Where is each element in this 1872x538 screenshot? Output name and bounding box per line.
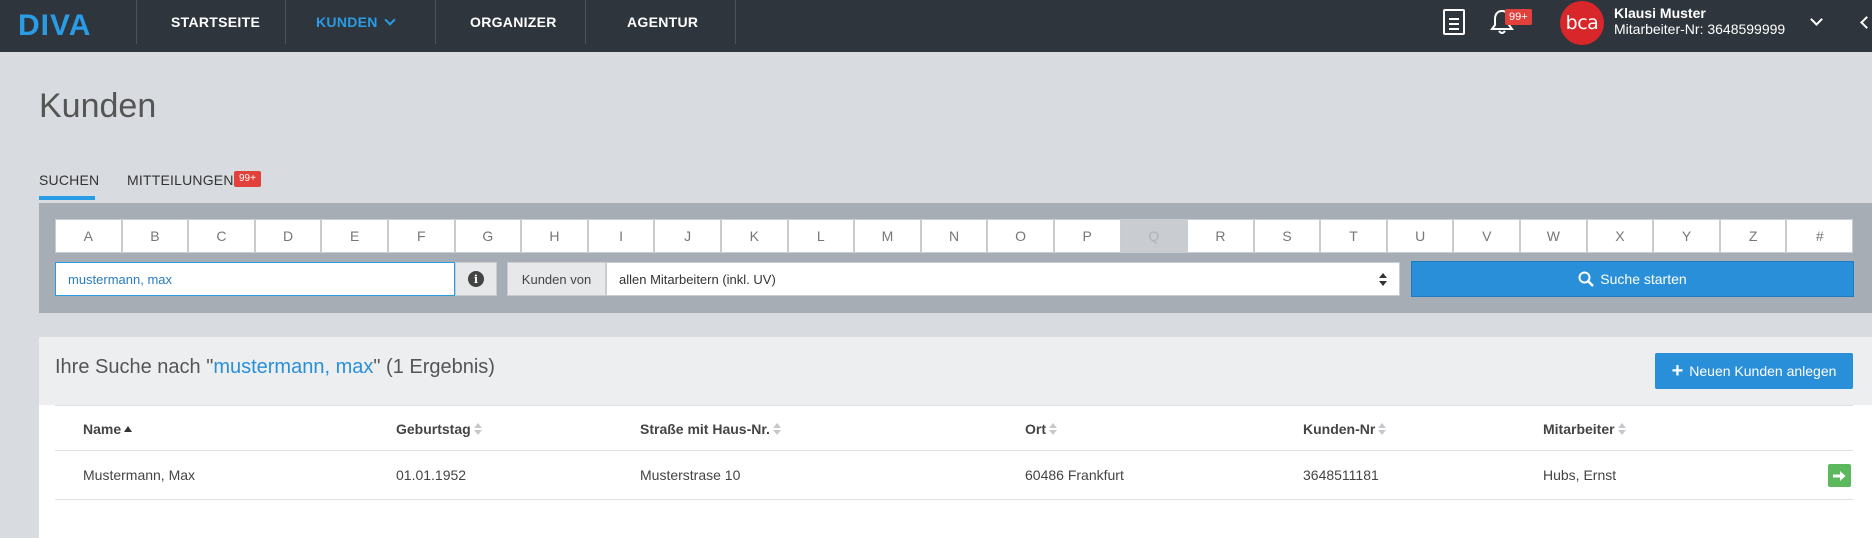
column-header-label: Straße mit Haus-Nr. xyxy=(640,421,770,437)
alphabet-filter-button[interactable]: C xyxy=(188,219,255,253)
cell-customer-no: 3648511181 xyxy=(1303,467,1379,483)
alphabet-filter-button[interactable]: Y xyxy=(1653,219,1720,253)
alphabet-filter-button[interactable]: K xyxy=(720,219,788,253)
search-submit-label: Suche starten xyxy=(1600,271,1687,287)
nav-divider xyxy=(585,0,586,44)
column-header-label: Name xyxy=(83,421,122,437)
alphabet-filter-button[interactable]: J xyxy=(654,219,721,253)
active-tab-indicator xyxy=(39,196,95,200)
alphabet-filter-button[interactable]: L xyxy=(787,219,855,253)
alphabet-filter-button[interactable]: M xyxy=(854,219,921,253)
column-header-label: Ort xyxy=(1025,421,1046,437)
results-title-prefix: Ihre Suche nach " xyxy=(55,356,214,378)
diva-logo[interactable]: DIVA xyxy=(18,8,91,44)
info-icon: i xyxy=(468,271,484,287)
results-title: Ihre Suche nach "mustermann, max" (1 Erg… xyxy=(55,356,495,379)
alphabet-filter-button[interactable]: # xyxy=(1786,219,1854,253)
alphabet-filter-button[interactable]: X xyxy=(1586,219,1654,253)
sort-icon xyxy=(473,423,482,435)
alphabet-filter-button[interactable]: S xyxy=(1253,219,1321,253)
nav-item-kunden-label: KUNDEN xyxy=(316,14,378,30)
tab-suchen[interactable]: SUCHEN xyxy=(39,172,99,188)
column-header-geburtstag[interactable]: Geburtstag xyxy=(396,421,482,437)
tab-mitteilungen[interactable]: MITTEILUNGEN xyxy=(127,172,234,188)
nav-divider xyxy=(735,0,736,44)
alphabet-filter-button[interactable]: N xyxy=(920,219,988,253)
cell-street: Musterstrase 10 xyxy=(640,467,741,483)
alphabet-filter-button[interactable]: D xyxy=(254,219,322,253)
cell-name: Mustermann, Max xyxy=(83,467,196,483)
alphabet-filter-button[interactable]: E xyxy=(321,219,388,253)
alphabet-filter-button[interactable]: A xyxy=(55,219,122,253)
nav-divider xyxy=(136,0,137,44)
user-employee-id: Mitarbeiter-Nr: 3648599999 xyxy=(1614,21,1786,37)
notification-badge: 99+ xyxy=(1505,9,1532,25)
alphabet-filter-button[interactable]: U xyxy=(1386,219,1454,253)
column-header-name[interactable]: Name xyxy=(83,421,133,437)
cell-city: 60486 Frankfurt xyxy=(1025,467,1124,483)
column-header-label: Mitarbeiter xyxy=(1543,421,1615,437)
alphabet-filter-button[interactable]: H xyxy=(521,219,588,253)
cell-birthday: 01.01.1952 xyxy=(396,467,467,483)
arrow-right-icon xyxy=(1833,470,1846,481)
nav-divider xyxy=(285,0,286,44)
page-title: Kunden xyxy=(39,87,157,125)
alphabet-filter-button[interactable]: W xyxy=(1520,219,1587,253)
sort-icon xyxy=(772,423,781,435)
tab-mitteilungen-badge: 99+ xyxy=(234,171,261,187)
scope-selected-value: allen Mitarbeitern (inkl. UV) xyxy=(619,271,776,287)
alphabet-filter-button[interactable]: G xyxy=(454,219,522,253)
sort-icon xyxy=(1049,423,1057,435)
table-top-divider xyxy=(55,405,1853,406)
user-menu-chevron-icon[interactable] xyxy=(1810,13,1823,26)
column-header-strasse[interactable]: Straße mit Haus-Nr. xyxy=(640,421,781,437)
alphabet-filter-button[interactable]: B xyxy=(121,219,189,253)
column-header-mitarbeiter[interactable]: Mitarbeiter xyxy=(1543,421,1626,437)
cell-employee: Hubs, Ernst xyxy=(1543,467,1617,483)
sort-ascending-icon xyxy=(124,426,133,432)
select-arrows-icon xyxy=(1379,273,1387,287)
new-customer-label: Neuen Kunden anlegen xyxy=(1689,363,1837,379)
plus-icon: + xyxy=(1671,360,1684,382)
column-header-label: Geburtstag xyxy=(396,421,471,437)
alphabet-filter-button[interactable]: T xyxy=(1320,219,1387,253)
alphabet-filter-button[interactable]: O xyxy=(987,219,1054,253)
search-input[interactable] xyxy=(55,262,455,296)
sort-icon xyxy=(1378,423,1387,435)
new-customer-button[interactable]: + Neuen Kunden anlegen xyxy=(1655,353,1853,389)
column-header-kunden-nr[interactable]: Kunden-Nr xyxy=(1303,421,1387,437)
column-header-ort[interactable]: Ort xyxy=(1025,421,1057,437)
alphabet-filter-button[interactable]: F xyxy=(387,219,455,253)
alphabet-filter-button[interactable]: Z xyxy=(1719,219,1787,253)
nav-divider xyxy=(435,0,436,44)
alphabet-filter-button[interactable]: P xyxy=(1053,219,1121,253)
nav-item-startseite[interactable]: STARTSEITE xyxy=(171,0,260,44)
top-navbar: DIVA STARTSEITE KUNDEN ORGANIZER AGENTUR… xyxy=(0,0,1872,52)
alphabet-filter-bar: A B C D E F G H I J K L M N O P Q R S T U V W X Y Z # xyxy=(55,219,1854,253)
nav-item-organizer[interactable]: ORGANIZER xyxy=(470,0,557,44)
nav-item-agentur[interactable]: AGENTUR xyxy=(627,0,698,44)
table-row-divider xyxy=(55,499,1853,500)
avatar[interactable]: bca xyxy=(1560,1,1604,45)
nav-item-kunden[interactable]: KUNDEN xyxy=(316,0,396,44)
search-info-button[interactable]: i xyxy=(455,262,497,296)
alphabet-filter-button[interactable]: R xyxy=(1187,219,1254,253)
search-icon xyxy=(1578,271,1595,287)
column-header-label: Kunden-Nr xyxy=(1303,421,1376,437)
chevron-down-icon xyxy=(384,14,396,26)
alphabet-filter-button: Q xyxy=(1120,219,1188,253)
search-submit-button[interactable]: Suche starten xyxy=(1411,261,1854,297)
open-customer-button[interactable] xyxy=(1828,464,1851,487)
alphabet-filter-button[interactable]: V xyxy=(1453,219,1521,253)
sort-icon xyxy=(1617,423,1626,435)
document-icon[interactable] xyxy=(1443,9,1465,35)
user-name: Klausi Muster xyxy=(1614,5,1706,21)
alphabet-filter-button[interactable]: I xyxy=(587,219,655,253)
scope-select[interactable]: allen Mitarbeitern (inkl. UV) xyxy=(606,262,1400,296)
scope-label: Kunden von xyxy=(507,262,606,296)
chevron-left-icon[interactable] xyxy=(1860,16,1872,29)
results-query: mustermann, max xyxy=(213,356,374,378)
results-title-suffix: " (1 Ergebnis) xyxy=(373,356,495,378)
table-header-divider xyxy=(55,450,1853,451)
